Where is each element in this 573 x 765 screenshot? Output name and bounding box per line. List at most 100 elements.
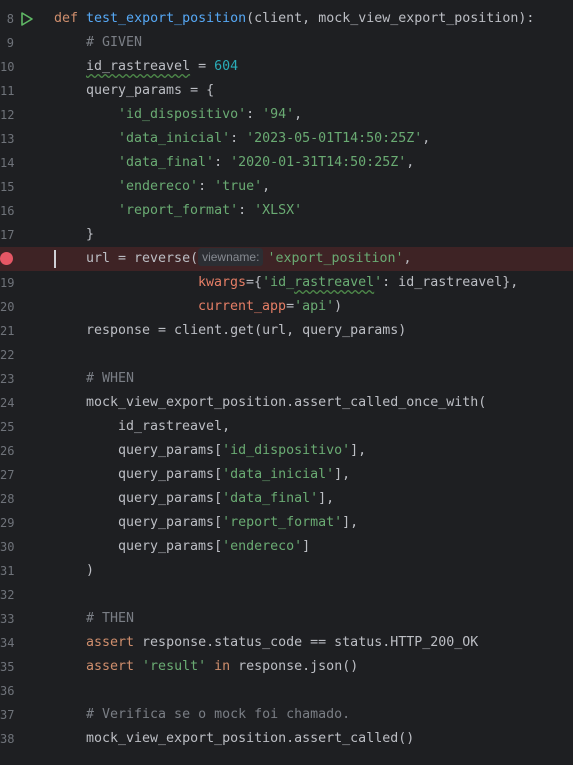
code-line[interactable]: 22	[0, 343, 573, 367]
run-triangle-icon[interactable]	[20, 12, 34, 26]
code-editor[interactable]: 8 def test_export_position(client, mock_v…	[0, 0, 573, 765]
code-line[interactable]: 37 # Verifica se o mock foi chamado.	[0, 703, 573, 727]
code-text[interactable]: current_app='api')	[198, 295, 342, 319]
code-token: : id_rastreavel},	[382, 275, 519, 290]
code-token: query_params[	[118, 443, 223, 458]
code-line[interactable]: 35 assert 'result' in response.json()	[0, 655, 573, 679]
code-text[interactable]: response = client.get(url, query_params)	[86, 319, 406, 343]
code-line[interactable]: 23 # WHEN	[0, 367, 573, 391]
code-text[interactable]: assert 'result' in response.json()	[86, 655, 358, 679]
code-line[interactable]: 19 kwargs={'id_rastreavel': id_rastreavel…	[0, 271, 573, 295]
code-line[interactable]: 16 'report_format': 'XLSX'	[0, 199, 573, 223]
code-line[interactable]: 34 assert response.status_code == status.…	[0, 631, 573, 655]
line-number: 27	[0, 468, 15, 482]
code-line[interactable]: 28 query_params['data_final'],	[0, 487, 573, 511]
code-token: # Verifica se o mock foi chamado.	[86, 707, 351, 722]
code-text[interactable]: query_params['report_format'],	[118, 511, 358, 535]
code-token: 'data_inicial'	[118, 131, 231, 146]
code-text[interactable]: 'endereco': 'true',	[118, 175, 270, 199]
line-number: 17	[0, 228, 15, 242]
code-line[interactable]: 25 id_rastreavel,	[0, 415, 573, 439]
code-line[interactable]: 36	[0, 679, 573, 703]
code-line[interactable]: 20 current_app='api')	[0, 295, 573, 319]
code-line[interactable]: 32	[0, 583, 573, 607]
code-line[interactable]: url = reverse(viewname:'export_position'…	[0, 247, 573, 271]
code-token: response.json()	[238, 659, 359, 674]
code-token: (client, mock_view_export_position):	[246, 11, 535, 26]
code-line[interactable]: 14 'data_final': '2020-01-31T14:50:25Z',	[0, 151, 573, 175]
code-token: ,	[294, 107, 303, 122]
line-number: 31	[0, 564, 15, 578]
code-line[interactable]: 21 response = client.get(url, query_param…	[0, 319, 573, 343]
code-text[interactable]: # WHEN	[86, 367, 134, 391]
code-text[interactable]: query_params['endereco']	[118, 535, 310, 559]
parameter-hint: viewname:	[198, 248, 264, 266]
code-line[interactable]: 17}	[0, 223, 573, 247]
code-text[interactable]: query_params['data_inicial'],	[118, 463, 350, 487]
code-token: :	[230, 131, 247, 146]
code-text[interactable]: def test_export_position(client, mock_vi…	[54, 7, 534, 31]
code-text[interactable]: 'id_dispositivo': '94',	[118, 103, 302, 127]
code-text[interactable]: # THEN	[86, 607, 134, 631]
code-text[interactable]: url = reverse(viewname:'export_position'…	[86, 247, 412, 271]
code-text[interactable]: id_rastreavel,	[118, 415, 230, 439]
code-token: assert	[86, 635, 143, 650]
code-text[interactable]: 'report_format': 'XLSX'	[118, 199, 302, 223]
code-token: test_export_position	[86, 11, 247, 26]
code-line[interactable]: 12 'id_dispositivo': '94',	[0, 103, 573, 127]
code-line[interactable]: 26 query_params['id_dispositivo'],	[0, 439, 573, 463]
code-token: )	[86, 563, 95, 578]
code-text[interactable]: assert response.status_code == status.HT…	[86, 631, 478, 655]
code-token: 'result'	[142, 659, 207, 674]
code-token: query_params[	[118, 539, 223, 554]
code-line[interactable]: 11 query_params = {	[0, 79, 573, 103]
code-token: query_params[	[118, 467, 223, 482]
code-line[interactable]: 38 mock_view_export_position.assert_calle…	[0, 727, 573, 751]
code-text[interactable]: kwargs={'id_rastreavel': id_rastreavel},	[198, 271, 518, 295]
line-number: 15	[0, 180, 15, 194]
line-number: 25	[0, 420, 15, 434]
code-text[interactable]: mock_view_export_position.assert_called_…	[86, 391, 486, 415]
code-line[interactable]: 33 # THEN	[0, 607, 573, 631]
code-text[interactable]: # Verifica se o mock foi chamado.	[86, 703, 350, 727]
code-text[interactable]: mock_view_export_position.assert_called(…	[86, 727, 414, 751]
code-text[interactable]: 'data_inicial': '2023-05-01T14:50:25Z',	[118, 127, 430, 151]
line-number: 14	[0, 156, 15, 170]
code-token: mock_view_export_position.assert_called_…	[86, 395, 487, 410]
code-line[interactable]: 31)	[0, 559, 573, 583]
code-token: :	[214, 155, 231, 170]
code-text[interactable]: query_params['id_dispositivo'],	[118, 439, 366, 463]
line-number: 36	[0, 684, 15, 698]
code-token: '2020-01-31T14:50:25Z'	[230, 155, 407, 170]
line-number: 32	[0, 588, 15, 602]
breakpoint-icon[interactable]	[0, 252, 13, 265]
code-token: '	[374, 275, 383, 290]
code-token: 'data_inicial'	[222, 467, 335, 482]
code-line[interactable]: 29 query_params['report_format'],	[0, 511, 573, 535]
code-text[interactable]: 'data_final': '2020-01-31T14:50:25Z',	[118, 151, 414, 175]
code-text[interactable]: query_params['data_final'],	[118, 487, 334, 511]
code-line[interactable]: 15 'endereco': 'true',	[0, 175, 573, 199]
line-number: 22	[0, 348, 15, 362]
line-number: 26	[0, 444, 15, 458]
code-text[interactable]: id_rastreavel = 604	[86, 55, 238, 79]
code-token: ],	[342, 515, 359, 530]
code-text[interactable]: query_params = {	[86, 79, 214, 103]
code-line[interactable]: 10 id_rastreavel = 604	[0, 55, 573, 79]
code-token: id_rastreavel	[86, 59, 191, 74]
code-line[interactable]: 24 mock_view_export_position.assert_calle…	[0, 391, 573, 415]
code-text[interactable]: )	[86, 559, 94, 583]
code-line[interactable]: 27 query_params['data_inicial'],	[0, 463, 573, 487]
code-text[interactable]: # GIVEN	[86, 31, 142, 55]
line-number: 8	[6, 12, 14, 26]
line-number: 23	[0, 372, 15, 386]
code-line[interactable]: 8 def test_export_position(client, mock_v…	[0, 7, 573, 31]
code-line[interactable]: 30 query_params['endereco']	[0, 535, 573, 559]
code-token: url = reverse(	[86, 251, 199, 266]
code-line[interactable]: 13 'data_inicial': '2023-05-01T14:50:25Z'…	[0, 127, 573, 151]
line-number: 20	[0, 300, 15, 314]
line-number: 28	[0, 492, 15, 506]
code-text[interactable]: }	[86, 223, 94, 247]
code-token: id_rastreavel,	[118, 419, 231, 434]
code-line[interactable]: 9 # GIVEN	[0, 31, 573, 55]
